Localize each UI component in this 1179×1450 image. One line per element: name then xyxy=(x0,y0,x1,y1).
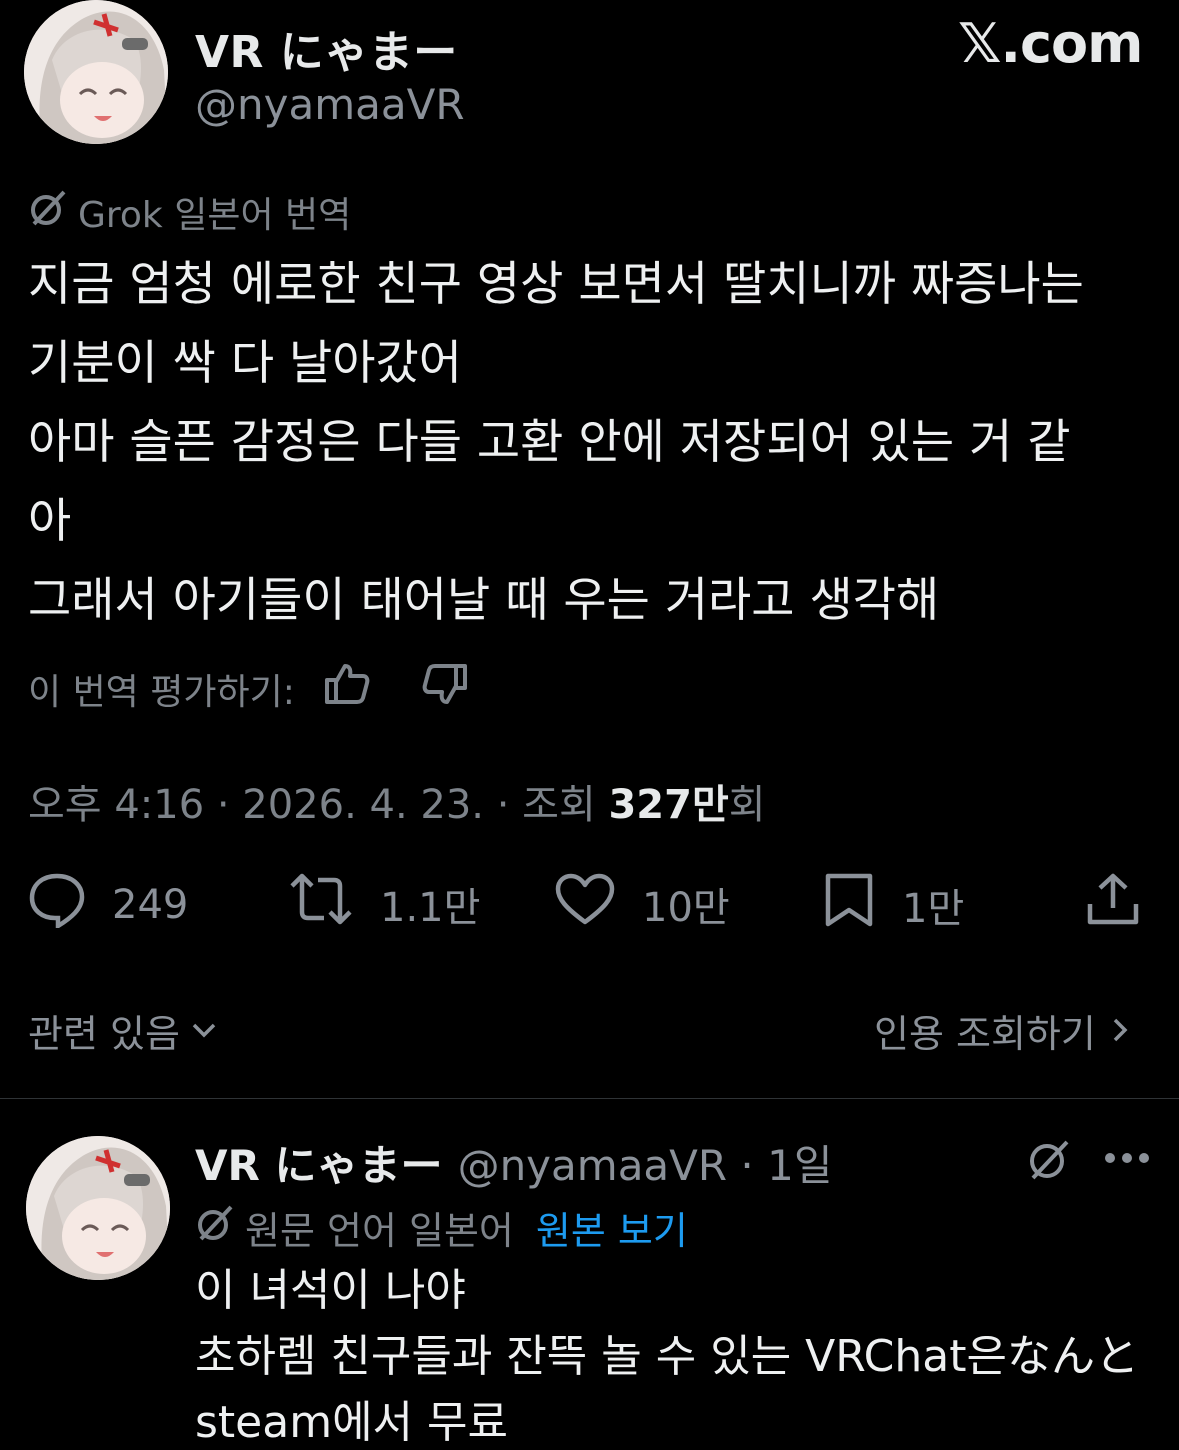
chevron-down-icon xyxy=(190,1009,218,1053)
like-icon xyxy=(554,872,616,936)
rate-translation-label: 이 번역 평가하기: xyxy=(28,671,295,713)
view-count: 327만 xyxy=(608,782,729,828)
reply-body: 이 녀석이 나야 초하렘 친구들과 잔뜩 놀 수 있는 VRChat은なんと s… xyxy=(195,1258,1139,1450)
user-handle[interactable]: @nyamaaVR xyxy=(195,80,465,129)
thumbs-down-icon[interactable] xyxy=(421,660,469,717)
view-original-link[interactable]: 원본 보기 xyxy=(536,1200,688,1255)
translation-label-row: Grok 일본어 번역 xyxy=(28,186,351,238)
bookmark-icon xyxy=(822,872,876,938)
view-count-suffix: 회 xyxy=(728,782,766,828)
tweet-body-line: 아 xyxy=(28,494,72,549)
tweet-body-line: 기분이 싹 다 날아갔어 xyxy=(28,336,462,391)
tweet-meta: 오후 4:16 · 2026. 4. 23. · 조회 327만회 xyxy=(28,772,766,830)
thumbs-up-icon[interactable] xyxy=(323,660,371,717)
reply-icon xyxy=(28,872,86,938)
retweet-button[interactable]: 1.1만 xyxy=(288,872,480,936)
display-name[interactable]: VR にゃまー xyxy=(195,16,458,80)
reply-avatar[interactable] xyxy=(26,1136,170,1280)
grok-icon xyxy=(28,188,68,237)
reply-header: VR にゃまー @nyamaaVR · 1일 xyxy=(195,1132,833,1193)
bookmark-count: 1만 xyxy=(902,886,965,932)
reply-count: 249 xyxy=(112,882,189,928)
translate-icon xyxy=(195,1203,235,1252)
avatar[interactable] xyxy=(24,0,168,144)
share-button[interactable] xyxy=(1086,872,1140,932)
related-toggle[interactable]: 관련 있음 xyxy=(28,1003,218,1058)
tweet-body-line: 그래서 아기들이 태어날 때 우는 거라고 생각해 xyxy=(28,573,940,628)
tweet-body-line: 아마 슬픈 감정은 다들 고환 안에 저장되어 있는 거 같 xyxy=(28,415,1071,470)
like-button[interactable]: 10만 xyxy=(554,872,730,936)
reply-body-line: 초하렘 친구들과 잔뜩 놀 수 있는 VRChat은なんと xyxy=(195,1331,1139,1382)
reply-display-name[interactable]: VR にゃまー xyxy=(195,1141,442,1190)
rate-translation-row: 이 번역 평가하기: xyxy=(28,660,469,717)
reply-handle-time[interactable]: @nyamaaVR · 1일 xyxy=(458,1141,833,1190)
share-icon xyxy=(1086,873,1140,932)
brand-logo: 𝕏.com xyxy=(958,12,1143,75)
reply-button[interactable]: 249 xyxy=(28,872,188,938)
related-label: 관련 있음 xyxy=(28,1012,180,1056)
tweet-body: 지금 엄청 에로한 친구 영상 보면서 딸치니까 짜증나는 기분이 싹 다 날아… xyxy=(28,245,1084,640)
reply-body-line: 이 녀석이 나야 xyxy=(195,1265,466,1316)
tweet-timestamp[interactable]: 오후 4:16 · 2026. 4. 23. · 조회 xyxy=(28,782,608,828)
view-quotes-link[interactable]: 인용 조회하기 xyxy=(874,1003,1134,1058)
like-count: 10만 xyxy=(642,885,730,931)
reply-language-label: 원문 언어 일본어 xyxy=(245,1209,514,1253)
more-icon[interactable] xyxy=(1104,1150,1150,1169)
tweet-body-line: 지금 엄청 에로한 친구 영상 보면서 딸치니까 짜증나는 xyxy=(28,257,1084,312)
reply-body-line: steam에서 무료 xyxy=(195,1397,508,1448)
divider xyxy=(0,1098,1179,1099)
reply-language-row: 원문 언어 일본어 원본 보기 xyxy=(195,1200,688,1255)
retweet-count: 1.1만 xyxy=(380,885,481,931)
quote-label: 인용 조회하기 xyxy=(874,1012,1096,1056)
bookmark-button[interactable]: 1만 xyxy=(822,872,964,938)
retweet-icon xyxy=(288,872,354,936)
translation-label: Grok 일본어 번역 xyxy=(78,195,352,236)
chevron-right-icon xyxy=(1106,1009,1134,1053)
grok-icon[interactable] xyxy=(1026,1136,1072,1186)
